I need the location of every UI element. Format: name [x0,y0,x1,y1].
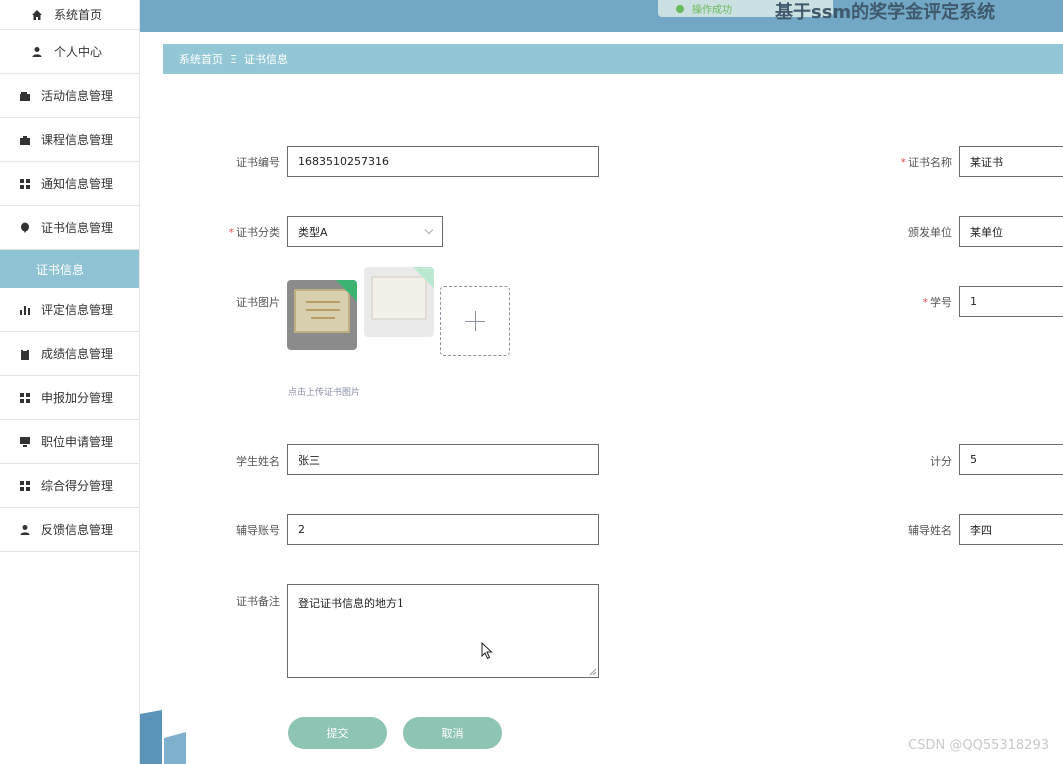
toast-text: 操作成功 [692,5,732,16]
app-title: 基于ssm的奖学金评定系统 [775,2,996,23]
bar-chart-icon [18,303,32,317]
sidebar-item-grades[interactable]: 成绩信息管理 [0,332,139,376]
student-id-label: * 学号 [922,296,953,309]
upload-image-button[interactable] [440,286,510,356]
grid-icon [18,391,32,405]
sidebar-item-course[interactable]: 课程信息管理 [0,118,139,162]
sidebar-item-label: 职位申请管理 [41,435,114,449]
remark-label: 证书备注 [236,595,280,608]
sidebar-item-position[interactable]: 职位申请管理 [0,420,139,464]
sidebar-item-label: 成绩信息管理 [41,347,114,361]
clipboard-icon [18,347,32,361]
sidebar-item-evaluation[interactable]: 评定信息管理 [0,288,139,332]
tutor-name-input[interactable]: 李四 [959,514,1063,545]
sidebar-item-profile[interactable]: 个人中心 [0,30,139,74]
sidebar-item-feedback[interactable]: 反馈信息管理 [0,508,139,552]
student-name-label: 学生姓名 [236,455,280,468]
wallet-icon [18,89,32,103]
monitor-icon [18,435,32,449]
sidebar: 系统首页 个人中心 活动信息管理 课程信息管理 通知信息管理 证书信息管理 证书… [0,0,140,764]
grid-icon [18,479,32,493]
sidebar-item-label: 反馈信息管理 [41,523,114,537]
points-label: 计分 [930,455,952,468]
tutor-account-label: 辅导账号 [236,524,280,537]
tutor-name-label: 辅导姓名 [908,524,952,537]
uploading-image-thumbnail[interactable] [364,267,434,337]
sidebar-item-home[interactable]: 系统首页 [0,0,139,30]
success-icon [676,4,684,13]
issuer-label: 颁发单位 [908,226,952,239]
watermark: CSDN @QQ55318293 [908,738,1049,753]
cert-name-input[interactable]: 某证书 [959,146,1063,177]
certificate-image [294,289,350,333]
sidebar-item-label: 申报加分管理 [41,391,114,405]
cert-type-label: * 证书分类 [228,226,281,239]
certificate-image [371,276,427,320]
cert-image-label: 证书图片 [236,296,280,309]
sidebar-item-score[interactable]: 综合得分管理 [0,464,139,508]
submit-button[interactable]: 提交 [288,717,387,749]
sidebar-item-activity[interactable]: 活动信息管理 [0,74,139,118]
student-name-input[interactable]: 张三 [287,444,599,475]
breadcrumb-home[interactable]: 系统首页 [179,51,223,67]
breadcrumb: 系统首页 Ξ 证书信息 [163,44,1063,74]
grid-icon [18,177,32,191]
resize-handle-icon[interactable] [589,668,597,676]
cert-name-label: * 证书名称 [900,156,953,169]
user-icon [18,523,32,537]
balloon-icon [18,221,32,235]
sidebar-item-certificate-mgmt[interactable]: 证书信息管理 [0,206,139,250]
building-decoration [140,710,186,764]
uploaded-image-thumbnail[interactable] [287,280,357,350]
breadcrumb-separator: Ξ [230,52,237,66]
tutor-account-input[interactable]: 2 [287,514,599,545]
cert-no-label: 证书编号 [236,156,280,169]
remark-text: 登记证书信息的地方1 [298,597,404,610]
student-id-input[interactable]: 1 [959,286,1063,317]
cert-type-select[interactable]: 类型A [287,216,443,247]
home-icon [30,8,44,22]
briefcase-icon [18,133,32,147]
sidebar-item-label: 课程信息管理 [41,133,114,147]
sidebar-item-notice[interactable]: 通知信息管理 [0,162,139,206]
mouse-cursor-icon [481,642,493,660]
cert-no-input[interactable]: 1683510257316 [287,146,599,177]
breadcrumb-current: 证书信息 [243,53,288,66]
sidebar-item-label: 系统首页 [54,8,103,22]
sidebar-item-label: 评定信息管理 [41,303,114,317]
cancel-button[interactable]: 取消 [403,717,502,749]
sidebar-item-label: 个人中心 [54,45,103,59]
user-icon [30,45,44,59]
remark-textarea[interactable]: 登记证书信息的地方1 [287,584,599,678]
sidebar-item-bonus[interactable]: 申报加分管理 [0,376,139,420]
sidebar-item-label: 证书信息管理 [41,221,114,235]
sidebar-item-label: 通知信息管理 [41,177,114,191]
cert-type-value: 类型A [298,225,328,239]
issuer-input[interactable]: 某单位 [959,216,1063,247]
chevron-down-icon [424,225,434,235]
sidebar-item-label: 证书信息 [36,262,85,277]
sidebar-item-label: 活动信息管理 [41,89,114,103]
upload-hint: 点击上传证书图片 [288,388,361,398]
points-input[interactable]: 5 [959,444,1063,475]
sidebar-subitem-certificate-info[interactable]: 证书信息 [0,250,139,288]
sidebar-item-label: 综合得分管理 [41,479,114,493]
